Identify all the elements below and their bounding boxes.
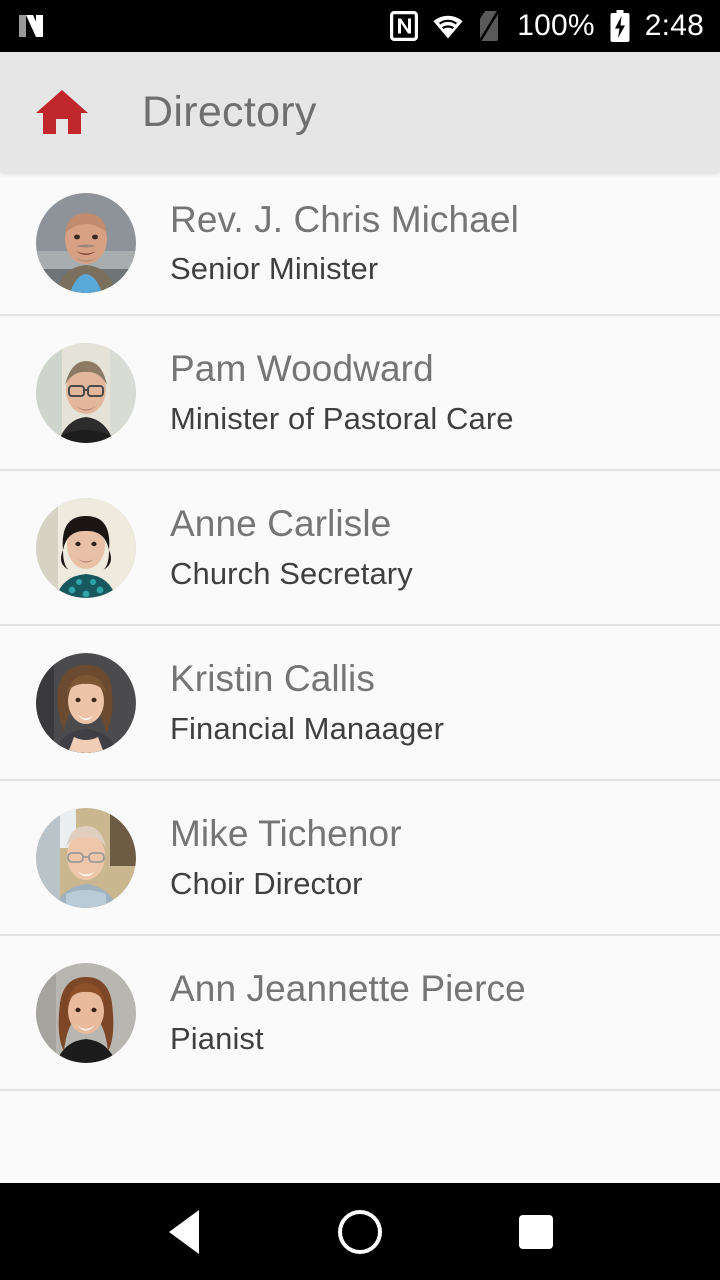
list-item[interactable]: Rev. J. Chris Michael Senior Minister <box>0 172 720 316</box>
list-item-text: Mike Tichenor Choir Director <box>170 813 402 902</box>
list-item[interactable]: Mike Tichenor Choir Director <box>0 781 720 936</box>
wifi-icon <box>433 15 463 39</box>
avatar-photo <box>36 497 136 598</box>
status-bar-left <box>14 9 48 43</box>
list-item[interactable]: Kristin Callis Financial Manaager <box>0 626 720 781</box>
phone-screen: 100% 2:48 Directory Rev. J. Chris Michae… <box>0 0 720 1280</box>
home-button[interactable] <box>34 84 90 140</box>
person-name: Mike Tichenor <box>170 813 402 855</box>
status-bar: 100% 2:48 <box>0 0 720 52</box>
person-name: Anne Carlisle <box>170 503 392 545</box>
app-bar: Directory <box>0 52 720 172</box>
list-item[interactable]: Anne Carlisle Church Secretary <box>0 471 720 626</box>
back-triangle-icon <box>169 1209 199 1254</box>
avatar <box>36 652 136 753</box>
avatar <box>36 497 136 598</box>
nav-home-button[interactable] <box>312 1183 408 1280</box>
home-icon <box>36 90 88 134</box>
list-empty-tail <box>0 1091 720 1183</box>
no-sim-icon <box>479 10 501 42</box>
person-role: Church Secretary <box>170 555 413 591</box>
avatar <box>36 342 136 443</box>
status-bar-right: 100% 2:48 <box>390 10 704 42</box>
android-nougat-n-icon <box>19 15 43 37</box>
battery-charging-icon <box>610 10 630 42</box>
list-item-text: Ann Jeannette Pierce Pianist <box>170 968 526 1057</box>
page-title: Directory <box>142 87 317 136</box>
nav-back-button[interactable] <box>136 1183 232 1280</box>
clock-label: 2:48 <box>644 9 704 42</box>
list-item-text: Anne Carlisle Church Secretary <box>170 503 413 592</box>
list-item-text: Pam Woodward Minister of Pastoral Care <box>170 348 514 437</box>
list-item-text: Rev. J. Chris Michael Senior Minister <box>170 199 519 288</box>
person-role: Choir Director <box>170 865 363 901</box>
avatar-photo <box>36 962 136 1063</box>
person-name: Ann Jeannette Pierce <box>170 968 526 1010</box>
nav-recents-button[interactable] <box>488 1183 584 1280</box>
person-name: Pam Woodward <box>170 348 434 390</box>
list-item-text: Kristin Callis Financial Manaager <box>170 658 444 747</box>
home-circle-icon <box>338 1209 382 1254</box>
person-role: Senior Minister <box>170 251 379 287</box>
avatar <box>36 807 136 908</box>
recents-square-icon <box>519 1214 553 1249</box>
avatar-photo <box>36 807 136 908</box>
person-role: Financial Manaager <box>170 710 445 746</box>
list-item[interactable]: Ann Jeannette Pierce Pianist <box>0 936 720 1091</box>
avatar-photo <box>36 342 136 443</box>
avatar <box>36 193 136 293</box>
avatar <box>36 962 136 1063</box>
person-role: Minister of Pastoral Care <box>170 400 514 436</box>
person-name: Kristin Callis <box>170 658 375 700</box>
person-role: Pianist <box>170 1020 264 1056</box>
list-item[interactable]: Pam Woodward Minister of Pastoral Care <box>0 316 720 471</box>
avatar-photo <box>36 193 136 293</box>
nfc-icon <box>390 11 419 41</box>
battery-percent-label: 100% <box>517 9 595 42</box>
person-name: Rev. J. Chris Michael <box>170 198 519 240</box>
system-navigation-bar <box>0 1183 720 1280</box>
directory-list[interactable]: Rev. J. Chris Michael Senior Minister Pa… <box>0 172 720 1183</box>
avatar-photo <box>36 652 136 753</box>
